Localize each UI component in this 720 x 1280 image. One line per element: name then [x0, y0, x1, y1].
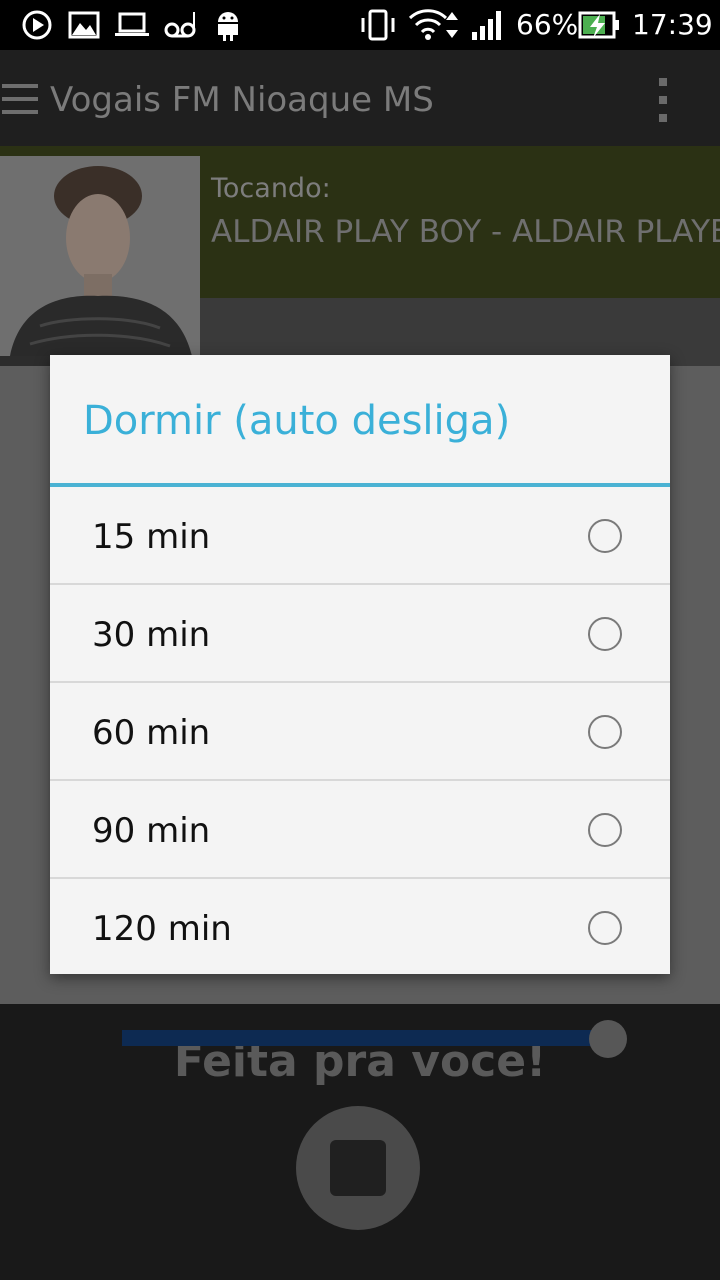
option-30-min[interactable]: 30 min: [50, 585, 670, 683]
option-60-min[interactable]: 60 min: [50, 683, 670, 781]
battery-percent: 66%: [516, 8, 579, 41]
radio-button[interactable]: [588, 911, 622, 945]
radio-button[interactable]: [588, 715, 622, 749]
volume-slider-thumb[interactable]: [589, 1020, 627, 1058]
stop-button[interactable]: [296, 1106, 420, 1230]
image-icon: [68, 11, 100, 39]
stop-icon: [330, 1140, 386, 1196]
menu-icon[interactable]: [2, 84, 38, 114]
now-playing-label: Tocando:: [211, 173, 331, 204]
option-90-min[interactable]: 90 min: [50, 781, 670, 879]
android-icon: [218, 12, 238, 41]
clock: 17:39: [632, 8, 713, 41]
wifi-icon: [408, 9, 458, 40]
vibrate-icon: [361, 9, 395, 41]
play-circle-icon: [22, 10, 52, 40]
option-label: 90 min: [92, 811, 211, 851]
option-15-min[interactable]: 15 min: [50, 487, 670, 585]
song-title: ALDAIR PLAY BOY - ALDAIR PLAYBOY: [211, 214, 720, 250]
app-bar: Vogais FM Nioaque MS: [0, 50, 720, 146]
battery-charging-icon: [578, 11, 619, 39]
option-label: 15 min: [92, 517, 211, 557]
laptop-icon: [115, 12, 149, 36]
option-120-min[interactable]: 120 min: [50, 879, 670, 977]
app-title: Vogais FM Nioaque MS: [50, 80, 434, 120]
status-bar: 66% 17:39: [0, 0, 720, 50]
overflow-menu-icon[interactable]: [656, 78, 670, 122]
artist-photo: [0, 156, 200, 356]
now-playing-panel: Tocando: ALDAIR PLAY BOY - ALDAIR PLAYBO…: [0, 146, 720, 366]
radio-button[interactable]: [588, 617, 622, 651]
dialog-title: Dormir (auto desliga): [83, 398, 511, 444]
volume-slider-track[interactable]: [122, 1030, 606, 1046]
option-label: 120 min: [92, 909, 232, 949]
signal-icon: [472, 11, 501, 40]
radio-button[interactable]: [588, 519, 622, 553]
option-label: 60 min: [92, 713, 211, 753]
voicemail-icon: [164, 12, 196, 38]
sleep-timer-dialog: Dormir (auto desliga) 15 min 30 min 60 m…: [50, 355, 670, 974]
option-label: 30 min: [92, 615, 211, 655]
radio-button[interactable]: [588, 813, 622, 847]
